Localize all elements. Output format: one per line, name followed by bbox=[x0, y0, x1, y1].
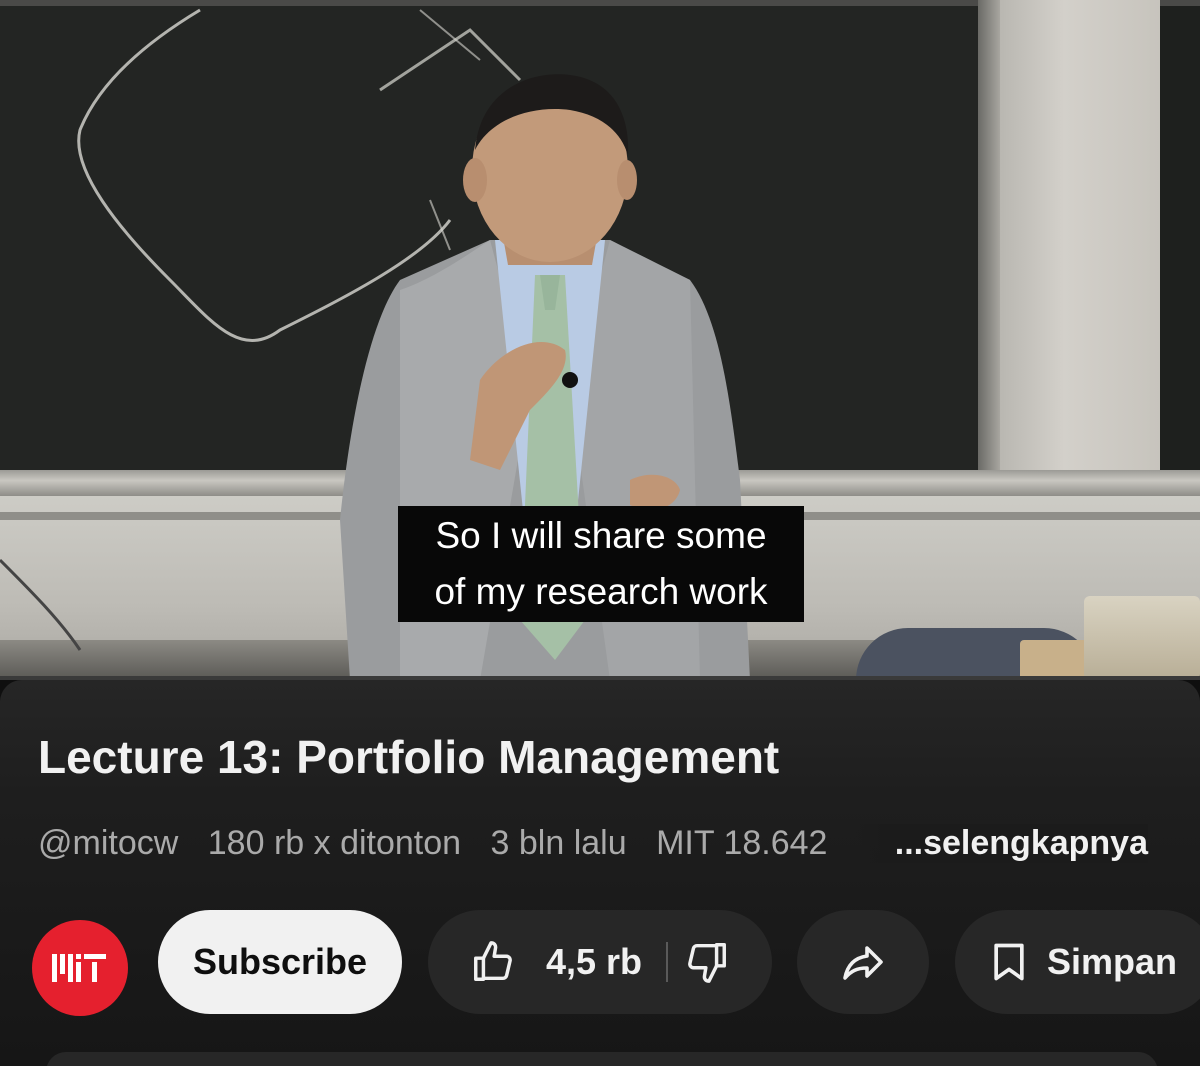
save-label: Simpan bbox=[1047, 941, 1178, 982]
upload-age: 3 bln lalu bbox=[490, 824, 627, 862]
mit-logo-icon bbox=[52, 954, 106, 982]
like-dislike-group: 4,5 rb bbox=[428, 910, 772, 1014]
caption-line-2: of my research work bbox=[434, 571, 768, 612]
video-caption: So I will share some of my research work bbox=[398, 506, 804, 622]
video-info-panel: Lecture 13: Portfolio Management @mitocw… bbox=[0, 680, 1200, 1066]
save-button[interactable]: Simpan bbox=[955, 910, 1200, 1014]
like-divider bbox=[666, 942, 669, 982]
video-player[interactable]: So I will share some of my research work bbox=[0, 0, 1200, 680]
share-button[interactable] bbox=[797, 910, 929, 1014]
subscribe-label: Subscribe bbox=[192, 941, 368, 982]
show-more-link[interactable]: ...selengkapnya bbox=[854, 824, 1148, 863]
channel-handle: @mitocw bbox=[38, 824, 179, 862]
share-icon bbox=[839, 938, 887, 986]
subscribe-button[interactable]: Subscribe bbox=[158, 910, 402, 1014]
bookmark-icon bbox=[987, 940, 1031, 984]
storage-box bbox=[1084, 596, 1200, 680]
video-tag: MIT 18.642 bbox=[656, 824, 828, 862]
thumbs-up-icon[interactable] bbox=[470, 939, 516, 985]
youtube-watch-page: So I will share some of my research work… bbox=[0, 0, 1200, 1066]
action-bar: Subscribe 4,5 rb Simpan bbox=[0, 910, 1200, 1016]
like-count[interactable]: 4,5 rb bbox=[546, 941, 642, 983]
view-count: 180 rb x ditonton bbox=[207, 824, 462, 862]
caption-line-1: So I will share some bbox=[435, 515, 767, 556]
channel-avatar[interactable] bbox=[32, 920, 128, 1016]
video-title[interactable]: Lecture 13: Portfolio Management bbox=[38, 730, 779, 784]
video-metadata[interactable]: @mitocw 180 rb x ditonton 3 bln lalu MIT… bbox=[38, 824, 1178, 868]
thumbs-down-icon[interactable] bbox=[684, 939, 730, 985]
comments-card[interactable] bbox=[46, 1052, 1158, 1066]
